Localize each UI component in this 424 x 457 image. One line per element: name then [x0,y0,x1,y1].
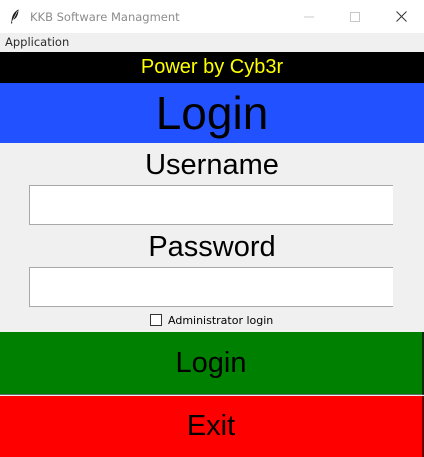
window-controls [286,0,424,33]
login-heading: Login [0,83,424,143]
login-button[interactable]: Login [0,332,424,395]
minimize-button[interactable] [286,0,332,33]
admin-login-checkbox[interactable] [150,314,162,326]
exit-button[interactable]: Exit [0,396,424,457]
maximize-icon [350,11,360,22]
maximize-button[interactable] [332,0,378,33]
close-icon [395,11,407,22]
feather-icon [8,9,22,25]
menu-application[interactable]: Application [0,33,74,52]
username-label: Username [145,149,279,181]
window-title: KKB Software Managment [30,9,180,24]
username-input[interactable] [29,185,393,225]
title-bar: KKB Software Managment [0,0,424,33]
password-input[interactable] [29,267,393,307]
admin-login-option[interactable]: Administrator login [150,312,273,328]
password-label: Password [148,231,276,263]
power-banner: Power by Cyb3r [0,52,424,83]
close-button[interactable] [378,0,424,33]
minimize-icon [304,16,314,17]
menu-bar: Application [0,33,424,52]
admin-login-label: Administrator login [168,313,274,327]
